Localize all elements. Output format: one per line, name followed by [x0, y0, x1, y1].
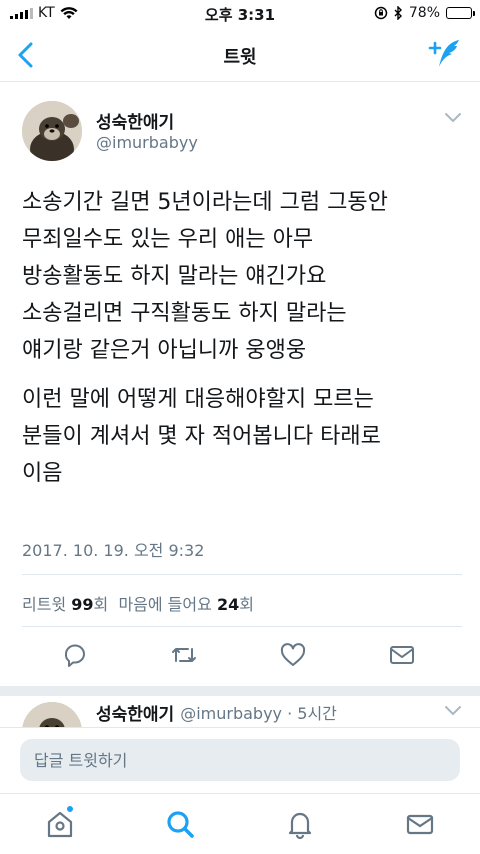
author-handle[interactable]: @imurbabyy	[96, 133, 198, 152]
divider	[22, 574, 462, 575]
reply-bar	[0, 727, 480, 793]
chevron-down-icon[interactable]	[444, 705, 462, 717]
reply-input[interactable]	[20, 739, 460, 781]
otter-avatar-image	[22, 101, 82, 161]
status-right: 78%	[374, 5, 475, 21]
tweet-text: 소송기간 길면 5년이라는데 그럼 그동안 무죄일수도 있는 우리 애는 아무 …	[22, 184, 462, 492]
tweet-actions	[0, 641, 480, 677]
tweet-line: 분들이 계셔서 몇 자 적어봅니다 타래로	[22, 424, 381, 449]
like-label: 마음에 들어요	[118, 595, 212, 614]
retweet-count: 99	[71, 595, 94, 614]
avatar[interactable]	[22, 101, 82, 161]
tweet-line: 이런 말에 어떻게 대응해야할지 모르는	[22, 387, 374, 412]
search-icon[interactable]	[164, 808, 196, 840]
tweet-line: 무죄일수도 있는 우리 애는 아무	[22, 227, 314, 252]
tab-bar	[0, 793, 480, 854]
reply-author-name[interactable]: 성숙한애기	[96, 700, 174, 725]
status-bar: KT 오후 3:31 78%	[0, 0, 480, 28]
rotation-lock-icon	[374, 6, 388, 20]
like-unit: 회	[239, 595, 254, 614]
compose-tweet-icon[interactable]	[428, 38, 462, 70]
tweet-paragraph: 이런 말에 어떻게 대응해야할지 모르는 분들이 계셔서 몇 자 적어봅니다 타…	[22, 381, 462, 492]
reply-icon[interactable]	[61, 641, 89, 669]
direct-message-icon[interactable]	[388, 641, 416, 669]
nav-bar: 트윗	[0, 28, 480, 82]
like-count: 24	[216, 595, 240, 614]
bluetooth-icon	[394, 6, 402, 20]
section-separator	[0, 686, 480, 696]
chevron-down-icon[interactable]	[444, 112, 462, 124]
battery-icon	[446, 7, 475, 19]
like-stat[interactable]: 마음에 들어요 24회	[118, 595, 254, 614]
like-icon[interactable]	[279, 641, 307, 669]
notifications-icon[interactable]	[284, 808, 316, 840]
author-name[interactable]: 성숙한애기	[96, 108, 174, 133]
retweet-stat[interactable]: 리트윗 99회	[22, 595, 108, 614]
tweet-line: 소송걸리면 구직활동도 하지 말라는	[22, 301, 347, 326]
battery-percent: 78%	[408, 5, 440, 21]
reply-handle-time[interactable]: @imurbabyy · 5시간	[180, 700, 337, 724]
messages-icon[interactable]	[404, 808, 436, 840]
retweet-label: 리트윗	[22, 595, 67, 614]
tweet-line: 방송활동도 하지 말라는 얘긴가요	[22, 264, 327, 289]
page-title: 트윗	[223, 47, 257, 68]
retweet-unit: 회	[93, 595, 109, 614]
tweet-line: 얘기랑 같은거 아닙니까 웅앵웅	[22, 338, 307, 363]
tweet-paragraph: 소송기간 길면 5년이라는데 그럼 그동안 무죄일수도 있는 우리 애는 아무 …	[22, 184, 462, 369]
retweet-icon[interactable]	[170, 641, 198, 669]
home-notification-dot	[66, 805, 74, 813]
tweet-stats: 리트윗 99회 마음에 들어요 24회	[22, 591, 254, 615]
tweet-line: 이음	[22, 461, 63, 486]
tweet-line: 소송기간 길면 5년이라는데 그럼 그동안	[22, 190, 388, 215]
divider	[22, 626, 462, 627]
tweet-timestamp: 2017. 10. 19. 오전 9:32	[22, 541, 205, 560]
